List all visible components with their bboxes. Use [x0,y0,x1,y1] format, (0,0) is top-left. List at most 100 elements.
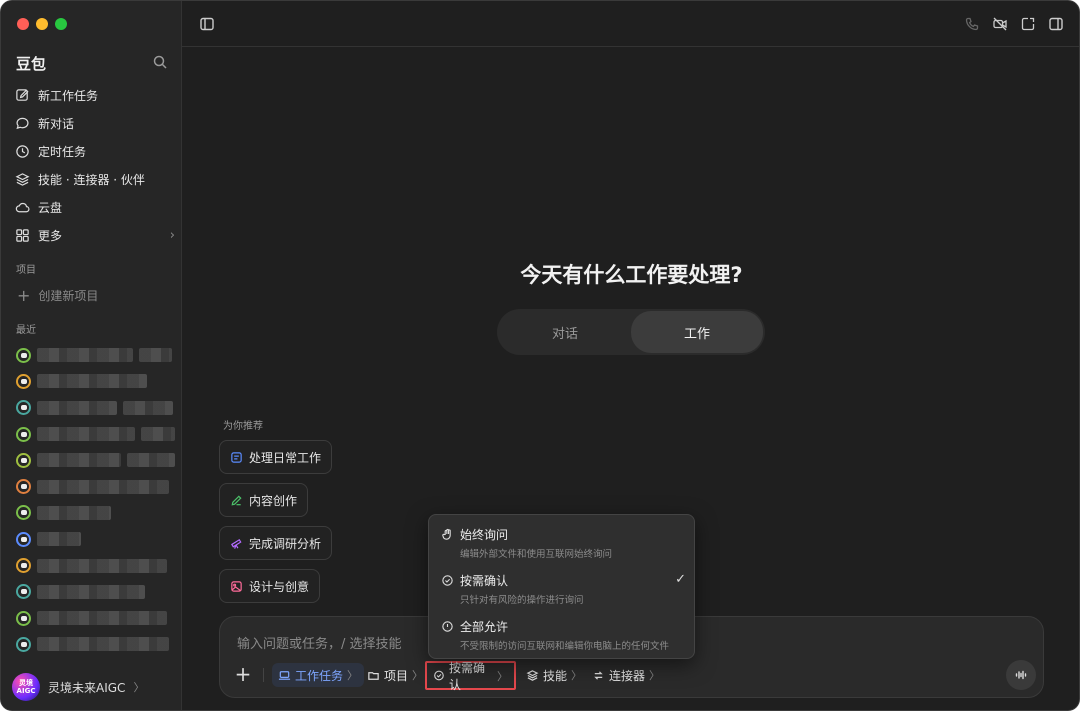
permission-mode-button[interactable]: 按需确认 〉 [425,661,516,692]
blurred-title [37,611,167,626]
recommend-label-text: 内容创作 [249,493,298,508]
blurred-title [37,505,111,520]
work-task-button[interactable]: 工作任务 〉 [272,663,365,687]
sidebar-nav: 新工作任务 新对话 定时任务 技能 · 连接器 · 伙伴 云盘 更多 › [15,81,175,249]
app-title: 豆包 [16,55,47,73]
search-icon[interactable] [152,54,168,70]
chevron-right-icon: 〉 [649,669,661,682]
skills-button[interactable]: 技能 〉 [520,663,588,687]
list-item[interactable] [16,395,176,421]
recommend-daily-work[interactable]: 处理日常工作 [219,440,333,474]
recommend-label-text: 设计与创意 [249,579,310,594]
sidebar-item-label: 新对话 [38,116,75,131]
panel-right-icon[interactable] [1048,16,1064,32]
chevron-right-icon: 〉 [347,669,359,682]
sidebar-item-skills[interactable]: 技能 · 连接器 · 伙伴 [15,165,175,193]
skills-label: 技能 [543,668,568,683]
recommend-research[interactable]: 完成调研分析 [219,526,333,560]
list-item[interactable] [16,421,176,447]
composer-input[interactable]: 输入问题或任务，/ 选择技能 [237,633,402,652]
list-item[interactable] [16,500,176,526]
chat-icon [16,479,31,495]
menu-item-title: 按需确认 [460,574,509,588]
window-controls [17,18,67,30]
chat-icon [16,584,31,600]
waveform-icon [1015,670,1027,680]
sidebar-item-label: 更多 [38,228,63,243]
connectors-button[interactable]: 连接器 〉 [586,663,666,687]
menu-item-confirm-on-demand[interactable]: 按需确认 只针对有风险的操作进行询问 ✓ [441,572,686,606]
tab-work[interactable]: 工作 [631,311,763,353]
menu-item-allow-all[interactable]: 全部允许 不受限制的访问互联网和编辑你电脑上的任何文件 [441,618,686,652]
blurred-title [37,584,145,599]
list-item[interactable] [16,447,176,473]
chat-icon [16,426,31,442]
recommend-design[interactable]: 设计与创意 [219,569,321,603]
menu-item-always-ask[interactable]: 始终询问 编辑外部文件和使用互联网始终询问 [441,526,686,560]
connector-icon [594,670,603,680]
chevron-right-icon: 〉 [571,669,583,682]
project-button[interactable]: 项目 〉 [361,663,429,687]
work-task-label: 工作任务 [295,668,344,683]
projects-section-label: 项目 [16,265,36,276]
close-window-button[interactable] [17,18,29,30]
connectors-label: 连接器 [609,668,646,683]
menu-item-description: 不受限制的访问互联网和编辑你电脑上的任何文件 [460,641,670,652]
chat-icon [16,558,31,574]
add-attachment-button[interactable]: + [234,664,252,684]
project-label: 项目 [384,668,409,683]
list-item[interactable] [16,526,176,552]
menu-item-description: 只针对有风险的操作进行询问 [460,595,584,606]
recommend-content-creation[interactable]: 内容创作 [219,483,309,517]
blurred-title [37,637,169,652]
chat-icon [16,117,29,129]
tab-chat[interactable]: 对话 [499,311,631,353]
menu-item-title: 始终询问 [460,528,509,542]
list-item[interactable] [16,605,176,631]
doc-icon [231,451,242,463]
sidebar-toggle-icon[interactable] [199,16,215,32]
edit-icon [16,88,29,101]
chat-icon [16,531,31,547]
grid-icon [16,228,29,242]
sidebar-item-new-chat[interactable]: 新对话 [15,109,175,137]
list-item[interactable] [16,342,176,368]
app-window: 豆包 新工作任务 新对话 定时任务 技能 · 连接器 · 伙伴 云盘 更多 › … [0,0,1080,711]
chat-icon [16,347,31,363]
sidebar-item-more[interactable]: 更多 › [15,221,175,249]
divider [263,668,264,682]
layers-icon [526,669,539,681]
voice-input-button[interactable] [1006,660,1036,690]
blurred-title [139,348,172,363]
list-item[interactable] [16,631,176,657]
sidebar-item-cloud[interactable]: 云盘 [15,193,175,221]
video-off-icon[interactable] [992,16,1008,32]
chat-icon [16,373,31,389]
sidebar-item-scheduled[interactable]: 定时任务 [15,137,175,165]
user-name: 灵境未来AIGC [48,680,126,695]
phone-icon[interactable] [964,16,980,32]
top-bar [182,1,1079,47]
zoom-window-button[interactable] [55,18,67,30]
telescope-icon [231,538,242,549]
minimize-window-button[interactable] [36,18,48,30]
menu-item-description: 编辑外部文件和使用互联网始终询问 [460,549,613,560]
cloud-icon [15,202,30,212]
new-window-icon[interactable] [1020,16,1036,32]
layers-icon [15,172,30,186]
chevron-right-icon: 〉 [497,669,508,683]
recommend-label-text: 完成调研分析 [249,536,322,551]
list-item[interactable] [16,368,176,394]
blurred-title [37,453,121,468]
list-item[interactable] [16,579,176,605]
alert-circle-icon [442,621,453,632]
list-item[interactable] [16,552,176,578]
folder-icon [368,671,379,680]
check-circle-icon [442,575,453,586]
list-item[interactable] [16,473,176,499]
create-project-button[interactable]: + 创建新项目 [17,286,98,305]
sidebar-item-new-task[interactable]: 新工作任务 [15,81,175,109]
sidebar: 豆包 新工作任务 新对话 定时任务 技能 · 连接器 · 伙伴 云盘 更多 › … [1,1,182,710]
hand-icon [442,528,451,540]
user-profile[interactable]: 灵境 AIGC 灵境未来AIGC 〉 [12,673,144,701]
